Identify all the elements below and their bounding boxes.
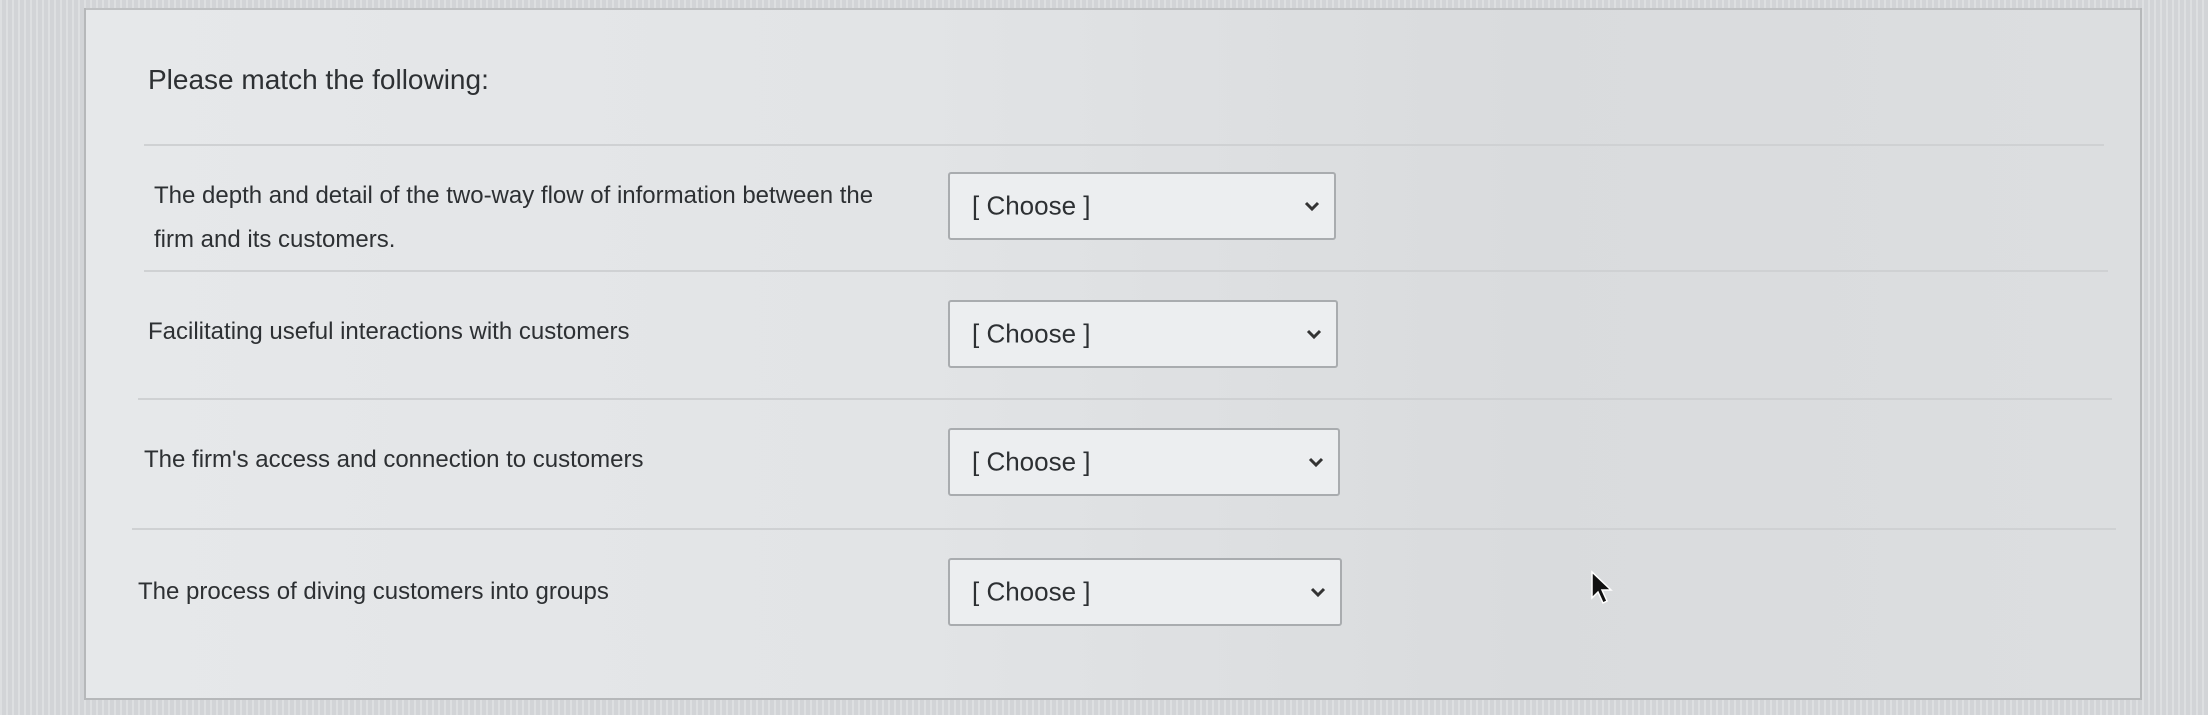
match-prompt-4-line-1: The process of diving customers into gro… [138, 578, 609, 605]
chevron-down-icon [1308, 457, 1324, 468]
match-prompt-2-line-1: Facilitating useful interactions with cu… [148, 318, 630, 345]
match-select-4[interactable]: [ Choose ] [948, 558, 1342, 626]
chevron-down-icon [1304, 201, 1320, 212]
select-value: [ Choose ] [972, 576, 1091, 607]
question-title: Please match the following: [148, 64, 489, 95]
match-prompt-2: Facilitating useful interactions with cu… [148, 310, 630, 354]
chevron-down-icon [1306, 329, 1322, 340]
panel-top-border [86, 8, 2140, 10]
divider [132, 528, 2116, 530]
match-prompt-1-line-2: firm and its customers. [154, 226, 396, 253]
select-value: [ Choose ] [972, 190, 1091, 221]
chevron-down-icon [1310, 587, 1326, 598]
match-prompt-3: The firm's access and connection to cust… [144, 438, 643, 482]
match-prompt-1-line-1: The depth and detail of the two-way flow… [154, 182, 874, 209]
divider [144, 270, 2108, 272]
select-value: [ Choose ] [972, 446, 1091, 477]
quiz-question-panel: Please match the following: The depth an… [84, 8, 2142, 700]
select-value: [ Choose ] [972, 318, 1091, 349]
mouse-cursor-icon [1591, 570, 1613, 605]
divider [138, 398, 2112, 400]
match-select-2[interactable]: [ Choose ] [948, 300, 1338, 368]
match-select-3[interactable]: [ Choose ] [948, 428, 1340, 496]
match-prompt-4: The process of diving customers into gro… [138, 570, 609, 614]
match-prompt-1: The depth and detail of the two-way flow… [154, 174, 873, 262]
match-select-1[interactable]: [ Choose ] [948, 172, 1336, 240]
divider [144, 144, 2104, 146]
match-prompt-3-line-1: The firm's access and connection to cust… [144, 446, 644, 473]
